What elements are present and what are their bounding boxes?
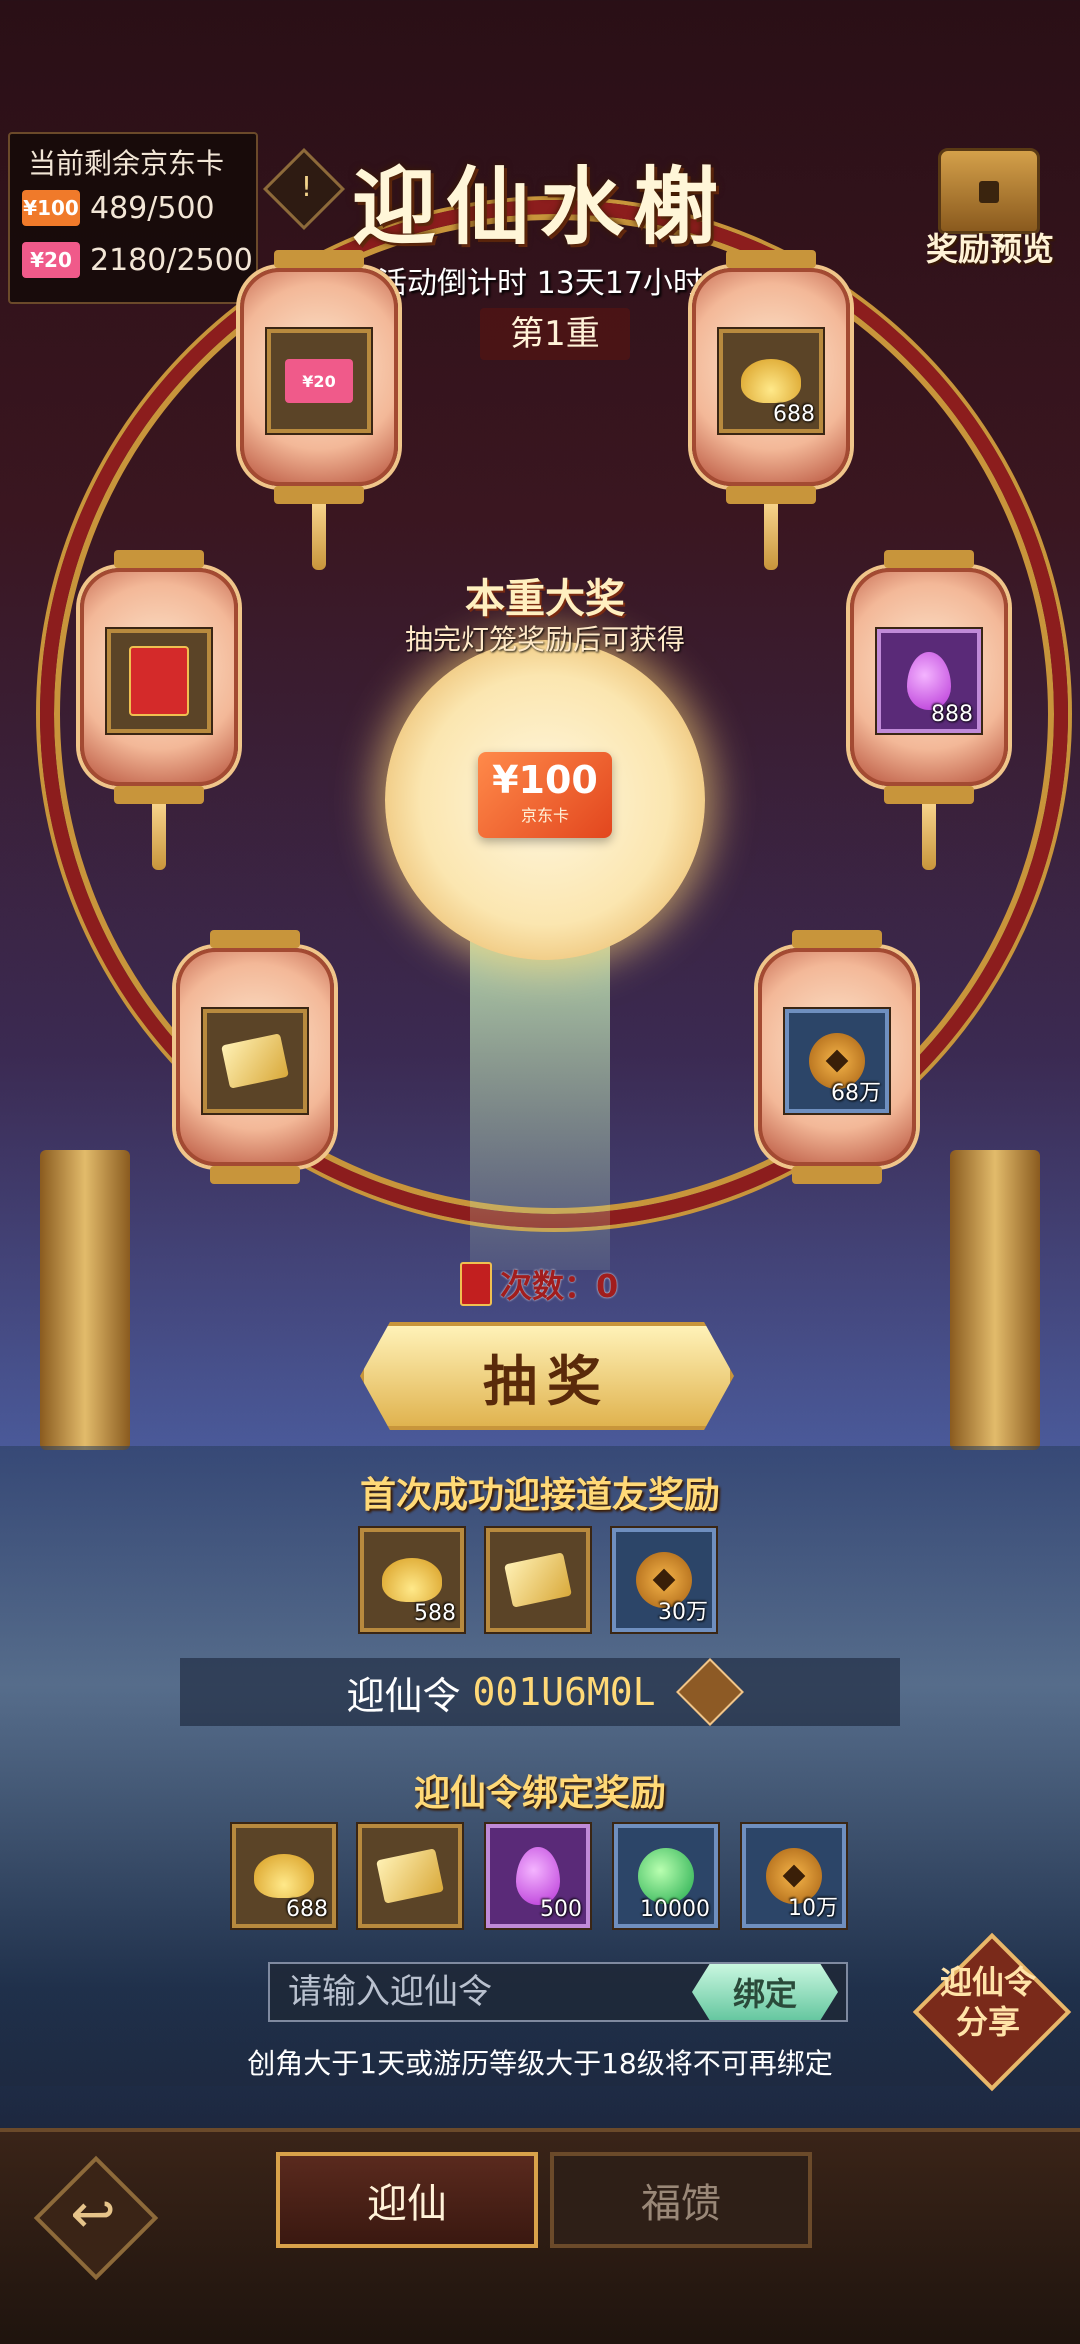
jd-card-row-20: ¥20 2180/2500 (22, 242, 253, 278)
gold-ingot-icon (741, 359, 801, 403)
gold-tickets-icon (376, 1848, 444, 1904)
lantern-5[interactable] (176, 930, 334, 1184)
gold-ingot-icon (254, 1854, 314, 1898)
grand-prize-brand: 京东卡 (520, 806, 569, 825)
decorative-pillar-left (40, 1150, 130, 1450)
green-orb-icon (638, 1848, 694, 1904)
first-success-title: 首次成功迎接道友奖励 (359, 1475, 720, 1516)
back-button[interactable]: ↩ (33, 2155, 159, 2281)
draw-ticket-icon (460, 1262, 492, 1306)
lantern-1[interactable]: ¥20 (240, 250, 398, 570)
lantern-2[interactable]: 688 (692, 250, 850, 570)
bind-reward-slot-3[interactable]: 500 (486, 1824, 590, 1928)
code-label: 迎仙令 (346, 1673, 461, 1718)
reward-count: 688 (773, 402, 815, 427)
reward-count: 500 (540, 1897, 582, 1922)
lantern-reward-slot: 888 (877, 629, 981, 733)
jd-card-remaining-panel: 当前剩余京东卡 ¥100 489/500 ¥20 2180/2500 (8, 132, 258, 304)
draw-tries: 次数：0 (460, 1262, 660, 1306)
gold-ingot-icon (382, 1558, 442, 1602)
bind-reward-slot-1[interactable]: 688 (232, 1824, 336, 1928)
code-value: 001U6M0L (472, 1670, 656, 1714)
treasure-chest-icon[interactable] (938, 148, 1040, 234)
reward-count: 30万 (658, 1600, 708, 1625)
decorative-pillar-right (950, 1150, 1040, 1450)
jd-card-panel-title: 当前剩余京东卡 (28, 147, 225, 180)
copy-icon[interactable] (675, 1658, 744, 1726)
layer-indicator: 第1重 (480, 308, 630, 360)
reward-count: 688 (286, 1897, 328, 1922)
reward-count: 888 (931, 702, 973, 727)
jd-card-row-100: ¥100 489/500 (22, 190, 215, 226)
lantern-3[interactable] (80, 550, 238, 870)
lantern-reward-slot (107, 629, 211, 733)
reward-count: 588 (414, 1601, 456, 1626)
share-label: 迎仙令 分享 (939, 1963, 1036, 2041)
lantern-reward-slot: 68万 (785, 1009, 889, 1113)
back-arrow-icon: ↩ (70, 2182, 116, 2245)
gold-tickets-icon (504, 1552, 572, 1608)
lantern-reward-slot (203, 1009, 307, 1113)
lantern-reward-slot: ¥20 (267, 329, 371, 433)
gold-tickets-icon (221, 1033, 289, 1089)
tab-yingxian[interactable]: 迎仙 (276, 2152, 538, 2248)
grand-prize-jd-card[interactable]: ¥100 京东卡 (478, 752, 612, 838)
lantern-reward-slot: 688 (719, 329, 823, 433)
binding-notice: 创角大于1天或游历等级大于18级将不可再绑定 (247, 2047, 833, 2080)
first-reward-slot-1[interactable]: 588 (360, 1528, 464, 1632)
binding-reward-title: 迎仙令绑定奖励 (413, 1773, 666, 1814)
reward-preview-button[interactable]: 奖励预览 (905, 224, 1075, 270)
code-row: 迎仙令 001U6M0L (180, 1658, 900, 1726)
grand-prize-subtitle: 抽完灯笼奖励后可获得 (404, 623, 685, 656)
jd-card-100-icon: ¥100 (22, 190, 80, 226)
tab-fukui[interactable]: 福馈 (550, 2152, 812, 2248)
info-icon: ! (300, 170, 313, 204)
jd-card-100-count: 489/500 (90, 190, 215, 226)
reward-count: 10000 (640, 1897, 710, 1922)
jd-card-20-icon: ¥20 (285, 359, 353, 403)
grand-prize-value: ¥100 (492, 758, 598, 802)
light-beam (470, 930, 610, 1270)
bind-reward-slot-5[interactable]: 10万 (742, 1824, 846, 1928)
reward-count: 10万 (788, 1896, 838, 1921)
draw-button[interactable]: 抽奖 (360, 1322, 734, 1430)
lantern-4[interactable]: 888 (850, 550, 1008, 870)
reward-count: 68万 (831, 1081, 881, 1106)
page-title: 迎仙水榭 (351, 157, 728, 256)
first-reward-slot-3[interactable]: 30万 (612, 1528, 716, 1632)
draw-tries-count: 次数：0 (500, 1267, 619, 1305)
bind-reward-slot-2[interactable] (358, 1824, 462, 1928)
red-envelope-icon (129, 646, 189, 716)
jd-card-20-count: 2180/2500 (90, 242, 253, 278)
bind-reward-slot-4[interactable]: 10000 (614, 1824, 718, 1928)
bottom-bar (0, 2128, 1080, 2344)
bind-button[interactable]: 绑定 (692, 1964, 838, 2020)
grand-prize-title: 本重大奖 (465, 576, 625, 622)
first-reward-slot-2[interactable] (486, 1528, 590, 1632)
lantern-6[interactable]: 68万 (758, 930, 916, 1184)
jd-card-20-icon: ¥20 (22, 242, 80, 278)
